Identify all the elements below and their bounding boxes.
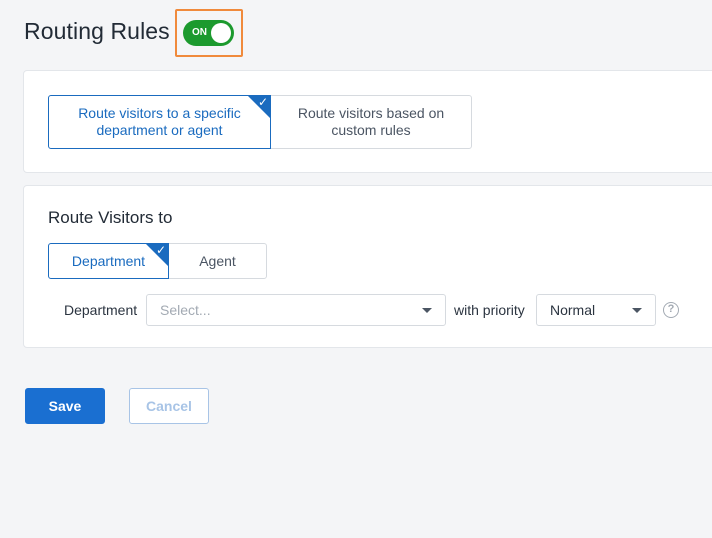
cancel-button[interactable]: Cancel [129,388,209,424]
department-select[interactable]: Select... [146,294,446,326]
option-label: Route visitors to a specific department … [78,105,241,138]
tab-department[interactable]: Department ✓ [48,243,169,279]
chevron-down-icon [632,308,642,313]
option-route-custom-rules[interactable]: Route visitors based on custom rules [270,95,472,149]
toggle-on-label: ON [192,27,207,38]
priority-select[interactable]: Normal [536,294,656,326]
chevron-down-icon [422,308,432,313]
department-select-placeholder: Select... [160,302,211,318]
option-route-specific-department-or-agent[interactable]: Route visitors to a specific department … [48,95,271,149]
toggle-knob [211,23,231,43]
tab-agent[interactable]: Agent [168,243,267,279]
priority-label: with priority [454,302,525,318]
page-title: Routing Rules [24,18,170,44]
priority-select-value: Normal [550,302,596,318]
routing-enabled-toggle[interactable]: ON [183,20,234,46]
option-label: Route visitors based on custom rules [297,105,445,138]
section-title: Route Visitors to [48,208,173,227]
checkmark-icon: ✓ [257,95,268,109]
question-circle-icon[interactable]: ? [663,302,679,318]
route-visitors-card: Route Visitors to Department ✓ Agent Dep… [23,185,712,348]
tab-label: Agent [199,252,236,269]
checkmark-icon: ✓ [155,243,166,257]
routing-mode-card: Route visitors to a specific department … [23,70,712,173]
department-label: Department [64,302,138,318]
tab-label: Department [71,252,146,269]
save-button[interactable]: Save [25,388,105,424]
